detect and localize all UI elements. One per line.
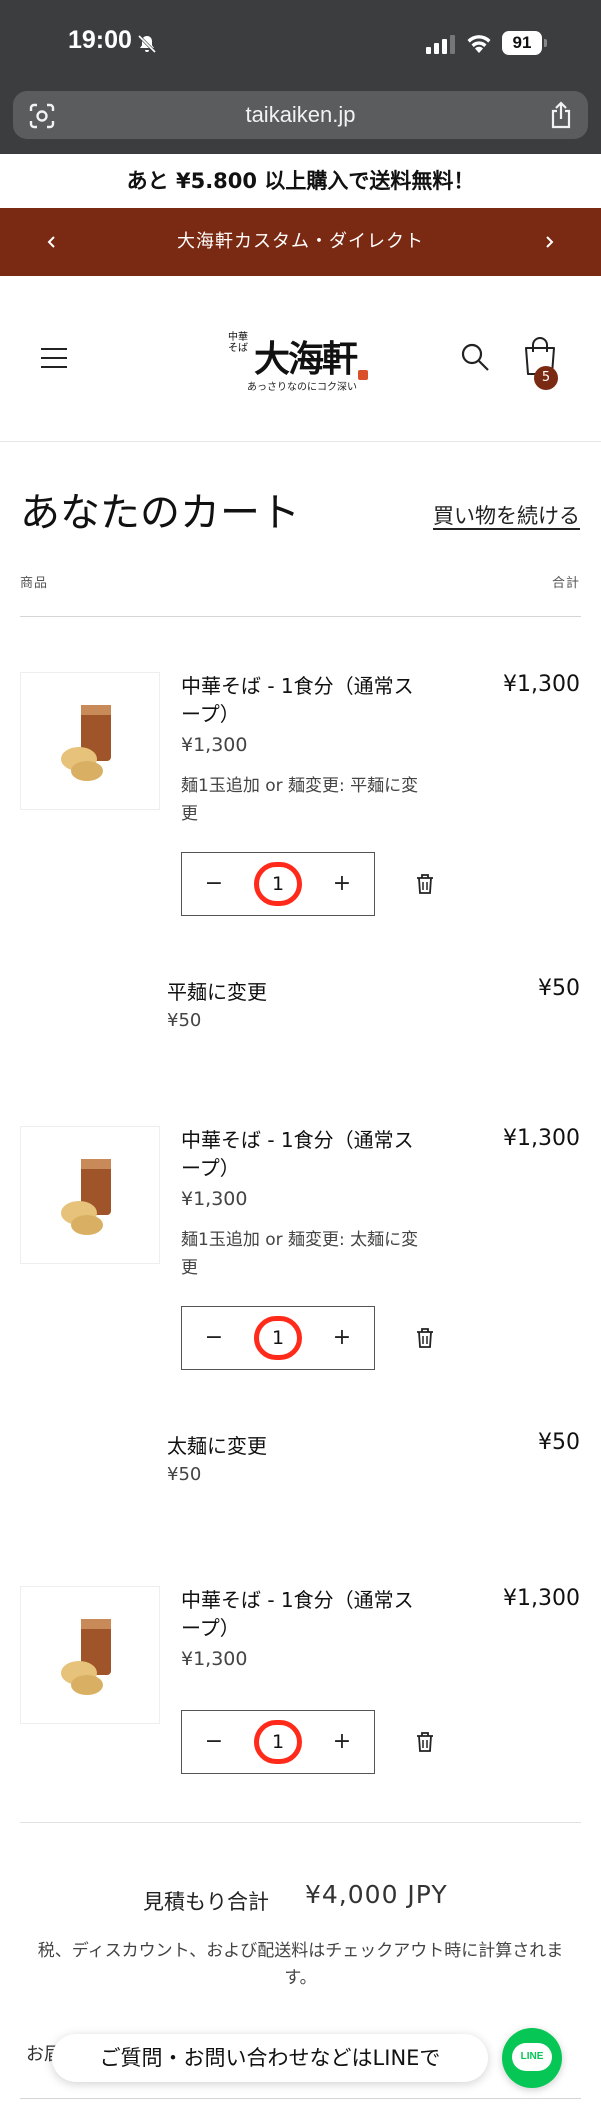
product-price: ¥1,300 [181,1648,248,1670]
url-bar[interactable]: taikaiken.jp [13,91,588,139]
addon-title: 太麺に変更 [167,1434,267,1458]
addon-title: 平麺に変更 [167,980,267,1004]
page-title: あなたのカート [20,490,300,536]
quantity-increase-button[interactable]: + [310,853,374,915]
logo-tagline: あっさりなのにコク深い [247,382,357,393]
quantity-input[interactable]: 1 [254,1316,302,1360]
search-icon[interactable] [460,342,490,372]
quantity-decrease-button[interactable]: − [182,1711,246,1773]
product-thumbnail[interactable] [20,1586,160,1724]
quantity-input[interactable]: 1 [254,862,302,906]
quantity-stepper: − 1 + [181,1710,375,1774]
product-price: ¥1,300 [181,1188,248,1210]
cart-count-badge: 5 [534,366,558,390]
line-contact-banner[interactable]: ご質問・お問い合わせなどはLINEで [52,2034,488,2082]
trash-icon[interactable] [414,872,436,896]
subtotal-label: 見積もり合計 [143,1890,269,1914]
status-bar: 19:00 91 [0,0,601,88]
quantity-stepper: − 1 + [181,1306,375,1370]
divider [20,616,581,617]
battery-tip [544,39,547,47]
logo-main-text: 大海軒 [254,338,358,380]
column-header-total: 合計 [551,576,580,591]
wifi-icon [467,35,491,53]
logo-seal [358,370,368,380]
status-time: 19:00 [68,26,132,54]
site-header: 中華そば 大海軒 あっさりなのにコク深い 5 [0,276,601,442]
product-title[interactable]: 中華そば - 1食分（通常スープ） [181,1586,431,1642]
chevron-right-icon[interactable] [535,228,563,256]
divider [20,2098,581,2099]
product-image [61,705,111,781]
quantity-input[interactable]: 1 [254,1720,302,1764]
chevron-left-icon[interactable] [38,228,66,256]
line-total: ¥1,300 [503,1126,580,1151]
product-option: 麺1玉追加 or 麺変更: 太麺に変更 [181,1230,419,1278]
trash-icon[interactable] [414,1730,436,1754]
addon-price: ¥50 [167,1010,202,1031]
addon-total: ¥50 [538,976,580,1001]
quantity-stepper: − 1 + [181,852,375,916]
quantity-increase-button[interactable]: + [310,1307,374,1369]
subtotal-value: ¥4,000 JPY [305,1880,448,1909]
product-title[interactable]: 中華そば - 1食分（通常スープ） [181,1126,431,1182]
quantity-decrease-button[interactable]: − [182,1307,246,1369]
addon-price: ¥50 [167,1464,202,1485]
line-icon: LINE [512,2043,552,2071]
trash-icon[interactable] [414,1326,436,1350]
column-header-product: 商品 [20,576,49,591]
addon-total: ¥50 [538,1430,580,1455]
share-icon[interactable] [548,101,574,129]
product-image [61,1619,111,1695]
quantity-increase-button[interactable]: + [310,1711,374,1773]
free-shipping-banner: あと ¥5.800 以上購入で送料無料！ [0,154,601,208]
product-title[interactable]: 中華そば - 1食分（通常スープ） [181,672,431,728]
line-chat-button[interactable]: LINE [502,2028,562,2088]
promo-bar: 大海軒カスタム・ダイレクト [0,208,601,276]
browser-chrome: taikaiken.jp [0,88,601,154]
hamburger-menu-icon[interactable] [38,344,70,372]
bell-off-icon [137,34,157,54]
product-option: 麺1玉追加 or 麺変更: 平麺に変更 [181,776,419,824]
logo-side-text: 中華そば [228,332,248,354]
cellular-signal-icon [426,35,455,54]
product-thumbnail[interactable] [20,672,160,810]
line-total: ¥1,300 [503,672,580,697]
battery-level: 91 [502,31,542,55]
line-total: ¥1,300 [503,1586,580,1611]
promo-text[interactable]: 大海軒カスタム・ダイレクト [80,208,521,276]
continue-shopping-link[interactable]: 買い物を続ける [433,500,580,530]
product-thumbnail[interactable] [20,1126,160,1264]
site-logo[interactable]: 中華そば 大海軒 あっさりなのにコク深い [226,326,376,396]
divider [20,1822,581,1823]
quantity-decrease-button[interactable]: − [182,853,246,915]
product-image [61,1159,111,1235]
product-price: ¥1,300 [181,734,248,756]
url-text[interactable]: taikaiken.jp [13,91,588,139]
battery-icon: 91 [502,31,548,55]
tax-note: 税、ディスカウント、および配送料はチェックアウト時に計算されます。 [37,1941,564,1988]
